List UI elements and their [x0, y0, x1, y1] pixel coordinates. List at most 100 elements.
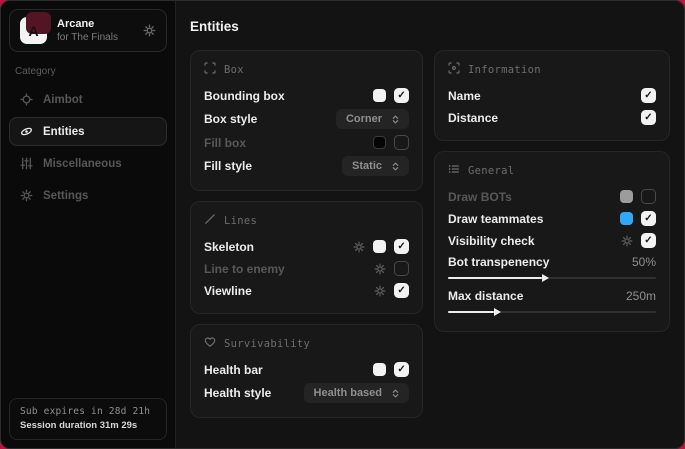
visibility-check-checkbox[interactable] [641, 233, 656, 248]
info-scan-icon [448, 62, 460, 77]
app-logo: A [20, 17, 47, 44]
right-column: Information Name Distance [434, 50, 670, 332]
bounding-box-row: Bounding box [204, 84, 409, 106]
viewline-row: Viewline [204, 279, 409, 301]
visibility-check-label: Visibility check [448, 234, 535, 248]
name-checkbox[interactable] [641, 88, 656, 103]
skeleton-checkbox[interactable] [394, 239, 409, 254]
box-corners-icon [204, 62, 216, 77]
max-distance-label: Max distance [448, 289, 523, 303]
bot-transparency-value: 50% [632, 255, 656, 269]
information-card: Information Name Distance [434, 50, 670, 141]
box-card: Box Bounding box Box style Corner [190, 50, 423, 191]
skeleton-label: Skeleton [204, 240, 254, 254]
draw-teammates-label: Draw teammates [448, 212, 543, 226]
distance-label: Distance [448, 111, 498, 125]
draw-bots-row: Draw BOTs [448, 185, 656, 207]
subscription-card: Sub expires in 28d 21h Session duration … [9, 398, 167, 440]
name-row: Name [448, 84, 656, 106]
general-card: General Draw BOTs Draw teammates [434, 151, 670, 332]
fill-box-checkbox[interactable] [394, 135, 409, 150]
line-to-enemy-row: Line to enemy [204, 257, 409, 279]
slider-fill [448, 311, 494, 313]
draw-teammates-row: Draw teammates [448, 207, 656, 229]
draw-bots-label: Draw BOTs [448, 190, 512, 204]
health-bar-checkbox[interactable] [394, 362, 409, 377]
draw-teammates-color-swatch[interactable] [620, 212, 633, 225]
session-duration-text: Session duration 31m 29s [20, 420, 156, 431]
sidebar-item-label: Entities [43, 126, 85, 138]
general-card-header: General [448, 163, 656, 178]
fill-style-row: Fill style Static [204, 153, 409, 178]
visibility-check-settings-gear-icon[interactable] [621, 235, 633, 247]
bounding-box-color-swatch[interactable] [373, 89, 386, 102]
draw-bots-checkbox[interactable] [641, 189, 656, 204]
box-style-value: Corner [346, 113, 382, 125]
chevrons-up-down-icon [390, 161, 401, 172]
sidebar-item-entities[interactable]: Entities [9, 117, 167, 146]
lines-card-title: Lines [224, 215, 257, 227]
sub-expiry-text: Sub expires in 28d 21h [20, 406, 156, 417]
header-gear-icon[interactable] [143, 24, 156, 37]
bot-transparency-label: Bot transpenency [448, 255, 549, 269]
heart-icon [204, 336, 216, 351]
sidebar-item-label: Miscellaneous [43, 158, 122, 170]
sidebar: A Arcane for The Finals Category [1, 1, 176, 448]
name-label: Name [448, 89, 481, 103]
bounding-box-checkbox[interactable] [394, 88, 409, 103]
health-bar-label: Health bar [204, 363, 263, 377]
box-style-row: Box style Corner [204, 106, 409, 131]
draw-teammates-checkbox[interactable] [641, 211, 656, 226]
gear-icon [20, 189, 33, 202]
box-style-select[interactable]: Corner [336, 109, 409, 129]
page-title: Entities [190, 19, 670, 34]
fill-style-select[interactable]: Static [342, 156, 409, 176]
viewline-settings-gear-icon[interactable] [374, 285, 386, 297]
max-distance-slider[interactable] [448, 307, 656, 316]
app-window: A Arcane for The Finals Category [0, 0, 685, 449]
fill-box-color-swatch[interactable] [373, 136, 386, 149]
main-panel: Entities Box Bounding box [176, 1, 684, 448]
skeleton-color-swatch[interactable] [373, 240, 386, 253]
sidebar-item-miscellaneous[interactable]: Miscellaneous [9, 149, 167, 178]
list-icon [448, 163, 460, 178]
health-style-select[interactable]: Health based [304, 383, 409, 403]
entities-scan-icon [20, 125, 33, 138]
slider-fill [448, 277, 542, 279]
max-distance-value: 250m [626, 289, 656, 303]
fill-style-label: Fill style [204, 159, 252, 173]
fill-box-row: Fill box [204, 131, 409, 153]
line-to-enemy-label: Line to enemy [204, 262, 285, 276]
information-card-header: Information [448, 62, 656, 77]
survivability-card-header: Survivability [204, 336, 409, 351]
sidebar-item-label: Settings [43, 190, 88, 202]
line-to-enemy-checkbox[interactable] [394, 261, 409, 276]
visibility-check-row: Visibility check [448, 229, 656, 251]
app-name: Arcane [57, 18, 118, 30]
sidebar-nav: Aimbot Entities Miscellaneous [9, 85, 167, 210]
health-style-value: Health based [314, 387, 382, 399]
skeleton-settings-gear-icon[interactable] [353, 241, 365, 253]
box-card-header: Box [204, 62, 409, 77]
sidebar-item-aimbot[interactable]: Aimbot [9, 85, 167, 114]
bot-transparency-slider[interactable] [448, 273, 656, 282]
crosshair-icon [20, 93, 33, 106]
max-distance-group: Max distance 250m [448, 285, 656, 319]
general-card-title: General [468, 165, 514, 177]
lines-card: Lines Skeleton Line to enemy [190, 201, 423, 314]
distance-row: Distance [448, 106, 656, 128]
category-label: Category [15, 66, 161, 77]
fill-box-label: Fill box [204, 136, 246, 150]
health-style-label: Health style [204, 386, 271, 400]
health-bar-color-swatch[interactable] [373, 363, 386, 376]
line-icon [204, 213, 216, 228]
viewline-checkbox[interactable] [394, 283, 409, 298]
sliders-icon [20, 157, 33, 170]
chevrons-up-down-icon [390, 388, 401, 399]
distance-checkbox[interactable] [641, 110, 656, 125]
sidebar-item-settings[interactable]: Settings [9, 181, 167, 210]
draw-bots-color-swatch[interactable] [620, 190, 633, 203]
survivability-card: Survivability Health bar Health style He… [190, 324, 423, 418]
line-to-enemy-settings-gear-icon[interactable] [374, 263, 386, 275]
information-card-title: Information [468, 64, 541, 76]
